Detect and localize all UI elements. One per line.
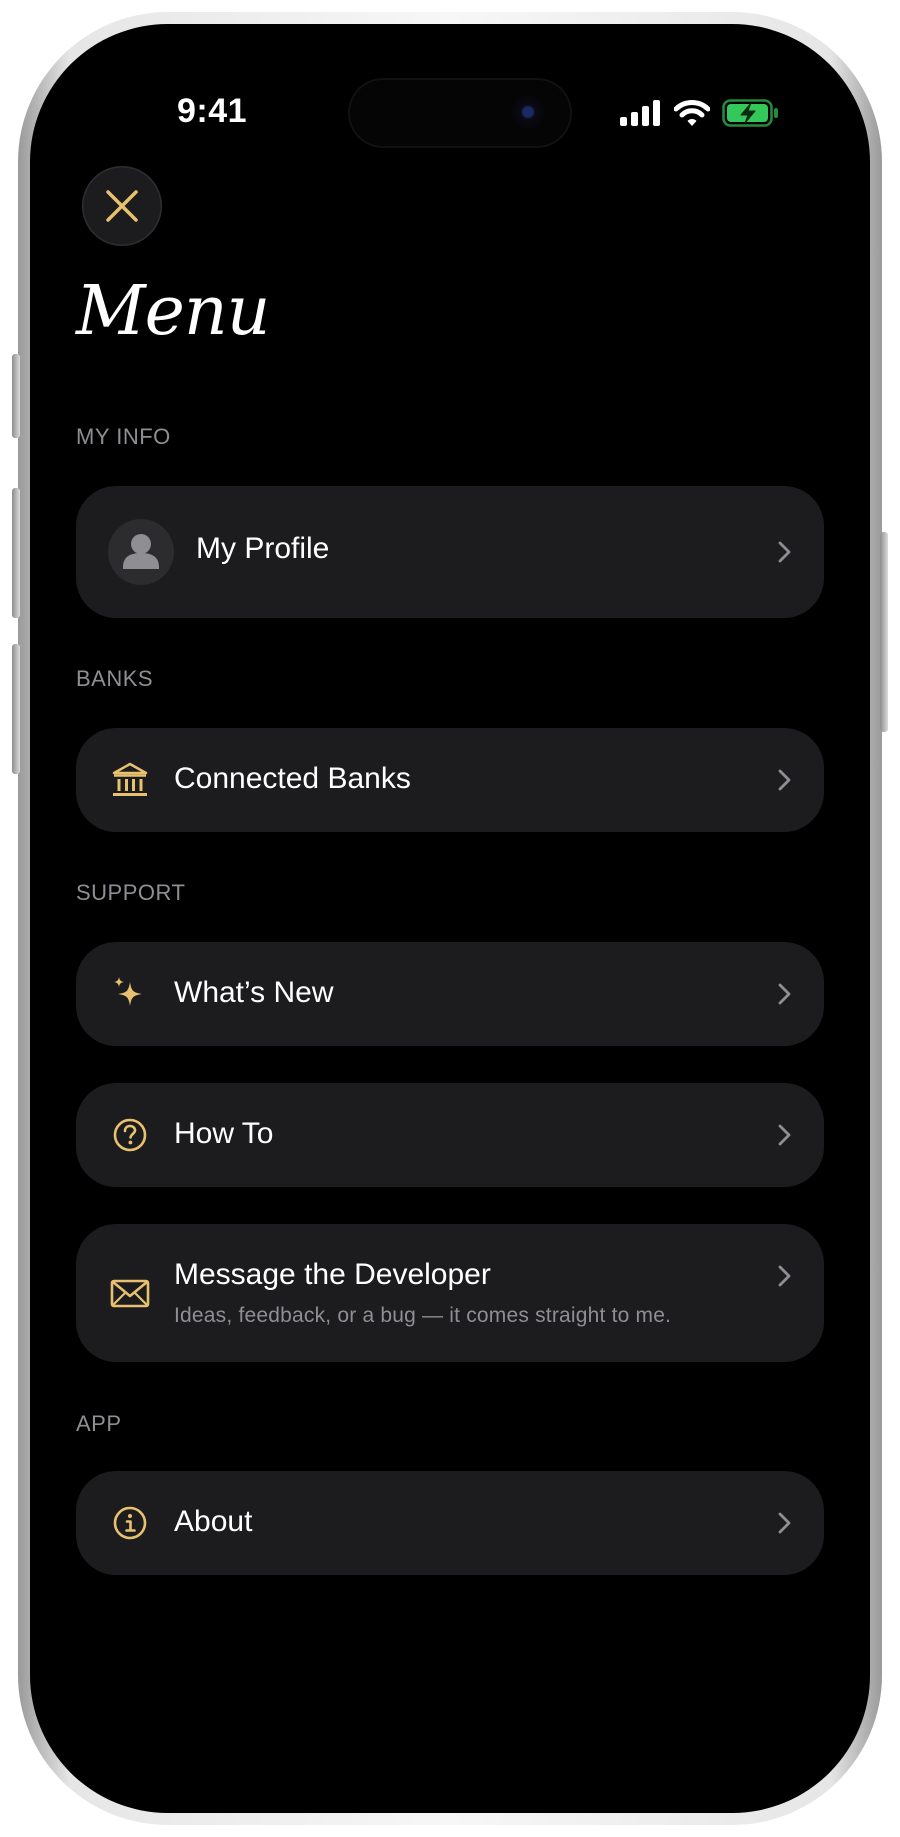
section-label-support: SUPPORT xyxy=(76,880,186,905)
cellular-signal-icon xyxy=(620,100,660,126)
volume-down-button xyxy=(12,644,20,774)
menu-item-label: Connected Banks xyxy=(174,762,411,795)
battery-charging-icon xyxy=(722,99,778,127)
menu-item-my-profile[interactable]: My Profile xyxy=(76,486,824,618)
section-label-my-info: MY INFO xyxy=(76,424,171,449)
bank-building-icon xyxy=(100,750,160,810)
xmark-icon xyxy=(106,190,138,222)
menu-item-subtitle: Ideas, feedback, or a bug — it comes str… xyxy=(174,1304,672,1327)
section-label-app: APP xyxy=(76,1411,122,1436)
chevron-right-icon xyxy=(778,1124,791,1146)
menu-item-about[interactable]: About xyxy=(76,1471,824,1575)
chevron-right-icon xyxy=(778,541,791,563)
page-title: Menu xyxy=(76,272,270,351)
chevron-right-icon xyxy=(778,1512,791,1534)
menu-item-how-to[interactable]: How To xyxy=(76,1083,824,1187)
person-avatar-icon xyxy=(108,519,174,585)
envelope-icon xyxy=(100,1263,160,1323)
volume-up-button xyxy=(12,488,20,618)
screen: 9:41 Menu MY INFO My Profile BANKS Conne… xyxy=(30,24,870,1813)
menu-item-label: What’s New xyxy=(174,976,334,1009)
question-circle-icon xyxy=(100,1105,160,1165)
close-button[interactable] xyxy=(82,166,162,246)
front-camera xyxy=(510,94,546,130)
phone-frame: 9:41 Menu MY INFO My Profile BANKS Conne… xyxy=(12,12,888,1825)
chevron-right-icon xyxy=(778,769,791,791)
action-button xyxy=(12,354,20,438)
sparkles-icon xyxy=(100,964,160,1024)
menu-item-label: About xyxy=(174,1505,253,1538)
menu-item-label: How To xyxy=(174,1117,274,1150)
status-time: 9:41 xyxy=(176,92,248,130)
chevron-right-icon xyxy=(778,983,791,1005)
wifi-icon xyxy=(674,100,710,126)
power-button xyxy=(880,532,888,732)
menu-item-label: My Profile xyxy=(196,532,330,565)
menu-item-whats-new[interactable]: What’s New xyxy=(76,942,824,1046)
menu-item-label: Message the Developer xyxy=(174,1258,491,1291)
info-circle-icon xyxy=(100,1493,160,1553)
menu-item-connected-banks[interactable]: Connected Banks xyxy=(76,728,824,832)
status-icons xyxy=(620,96,780,130)
menu-item-message-developer[interactable]: Message the Developer Ideas, feedback, o… xyxy=(76,1224,824,1362)
section-label-banks: BANKS xyxy=(76,666,154,691)
chevron-right-icon xyxy=(778,1265,791,1287)
